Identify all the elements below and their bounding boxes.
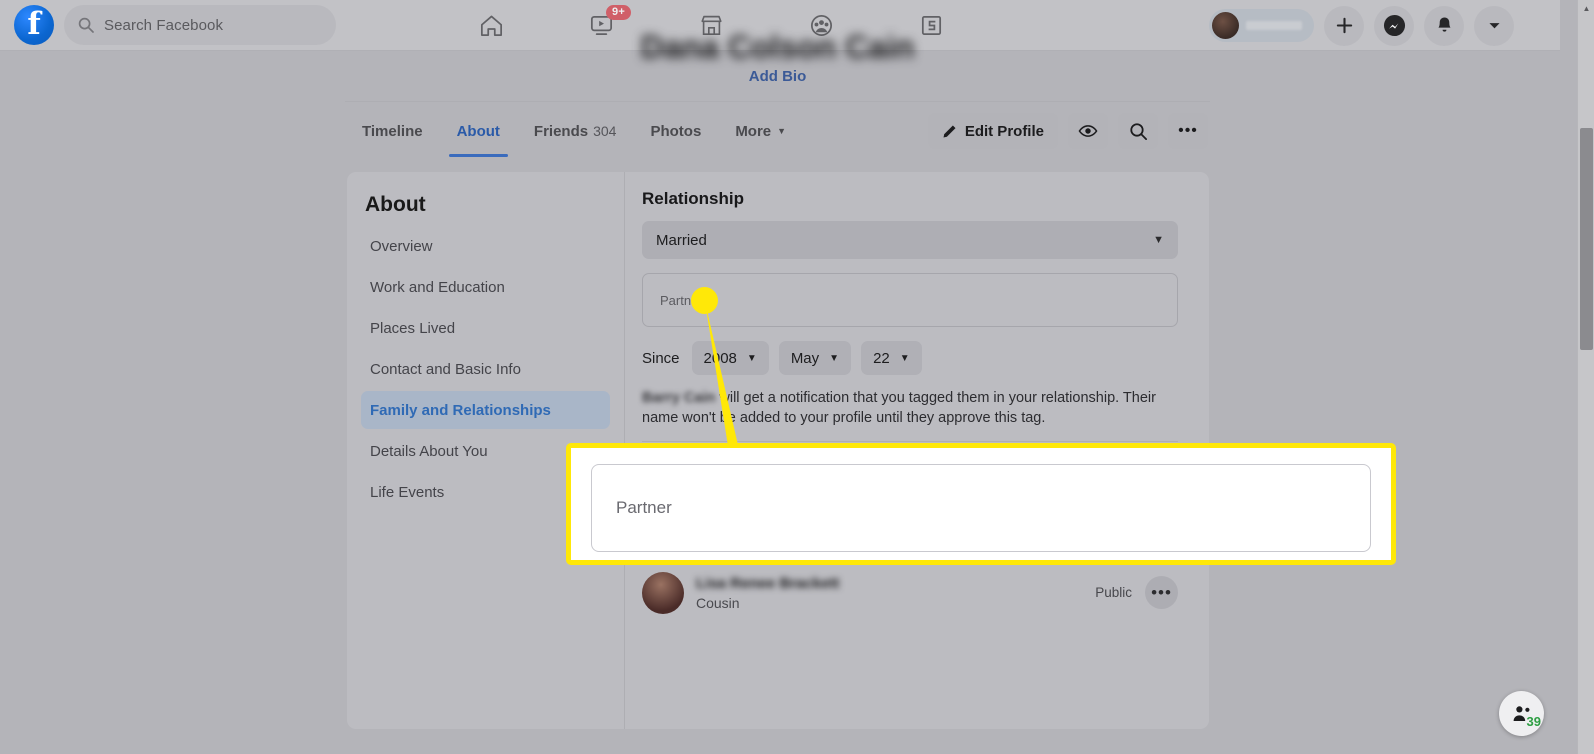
search-profile-button[interactable] [1118,113,1158,149]
profile-chip[interactable] [1209,9,1314,42]
divider [642,441,1178,442]
friends-count: 304 [593,123,617,139]
relationship-status-select[interactable]: Married ▼ [642,221,1178,259]
profile-chip-name [1246,21,1302,30]
family-member-relation: Cousin [696,594,740,611]
family-row-actions: Public ••• [1095,576,1178,609]
profile-tab-bar: Timeline About Friends 304 Photos More ▼ [345,105,1210,157]
family-member-info: Lisa Renee Brackett Cousin [696,575,839,611]
annotation-dot [691,287,718,314]
avatar [642,571,684,614]
chevron-down-icon: ▼ [1153,234,1164,246]
profile-header: Dana Colson Cain Add Bio [345,29,1210,104]
bell-icon [1437,17,1451,32]
edit-profile-button[interactable]: Edit Profile [927,113,1058,149]
facebook-about-page: Search Facebook 9+ [0,0,1594,754]
messenger-button[interactable] [1374,5,1414,46]
more-options-button[interactable]: ••• [1168,113,1208,149]
sidebar-item-family-and-relationships[interactable]: Family and Relationships [361,391,610,429]
tag-notification-note: Barry Cain will get a notification that … [642,388,1172,428]
sidebar-item-work-and-education[interactable]: Work and Education [361,268,610,306]
pencil-icon [943,125,956,137]
sidebar-item-label: Details About You [370,442,488,460]
contacts-button[interactable]: 39 [1499,691,1544,736]
create-button[interactable] [1324,5,1364,46]
online-count-badge: 39 [1526,714,1541,729]
plus-icon [1336,17,1352,34]
year-select[interactable]: 2008 ▼ [691,341,769,375]
sidebar-item-overview[interactable]: Overview [361,227,610,265]
edit-profile-label: Edit Profile [964,122,1044,140]
chevron-down-icon: ▼ [829,352,840,364]
since-label: Since [642,349,680,367]
tab-timeline[interactable]: Timeline [345,105,440,157]
search-input[interactable]: Search Facebook [64,5,336,45]
ellipsis-icon: ••• [1151,582,1172,602]
callout-partner-input[interactable]: Partner [591,464,1371,552]
sidebar-item-label: Overview [370,237,433,255]
month-select[interactable]: May ▼ [778,341,852,375]
scroll-up-arrow-icon[interactable]: ▲ [1578,0,1594,17]
tagged-person-name: Barry Cain [642,390,716,406]
callout-partner-placeholder: Partner [616,498,672,517]
facebook-logo-icon[interactable] [14,5,54,45]
sidebar-item-label: Work and Education [370,278,505,296]
tab-label: Timeline [362,122,423,140]
sidebar-item-contact-and-basic-info[interactable]: Contact and Basic Info [361,350,610,388]
notifications-button[interactable] [1424,5,1464,46]
since-date-row: Since 2008 ▼ May ▼ 22 ▼ [642,341,1178,375]
table-row[interactable]: Lisa Renee Brackett Cousin Public ••• [642,565,1178,620]
profile-tabs: Timeline About Friends 304 Photos More ▼ [345,105,803,157]
profile-action-buttons: Edit Profile ••• [927,113,1210,149]
page-title: Dana Colson Cain [640,29,915,65]
family-member-name: Lisa Renee Brackett [696,574,840,592]
year-value: 2008 [703,349,737,367]
sidebar-item-label: Places Lived [370,319,456,337]
privacy-label: Public [1095,585,1132,600]
partner-input[interactable]: Partner [642,273,1178,327]
search-icon [78,17,94,33]
section-title-relationship: Relationship [642,189,745,208]
tab-label: Friends [533,122,589,140]
tag-note-text: will get a notification that you tagged … [642,390,1156,426]
scrollbar-thumb[interactable] [1580,128,1593,350]
about-heading: About [365,193,426,216]
day-select[interactable]: 22 ▼ [861,341,922,375]
ellipsis-icon: ••• [1178,122,1198,139]
chevron-down-icon [1488,23,1500,29]
top-right-actions [1209,0,1514,51]
tab-label: Photos [650,122,702,140]
chevron-down-icon: ▼ [777,126,787,136]
eye-icon [1078,125,1098,137]
chevron-down-icon: ▼ [899,352,910,364]
chevron-down-icon: ▼ [746,352,757,364]
row-menu-button[interactable]: ••• [1145,576,1178,609]
avatar [1212,12,1239,39]
day-value: 22 [873,349,890,367]
account-menu-button[interactable] [1474,5,1514,46]
tab-more[interactable]: More ▼ [718,105,803,157]
sidebar-item-label: Contact and Basic Info [370,360,521,378]
relationship-status-value: Married [656,231,707,249]
sidebar-item-label: Life Events [370,483,445,501]
add-bio-link[interactable]: Add Bio [345,68,1210,85]
search-icon [1129,122,1147,140]
search-placeholder-text: Search Facebook [104,16,224,34]
page-scrollbar[interactable]: ▲ [1577,0,1594,754]
tab-label: More [735,122,772,140]
sidebar-item-places-lived[interactable]: Places Lived [361,309,610,347]
tab-about[interactable]: About [440,105,517,157]
sidebar-item-label: Family and Relationships [370,401,551,419]
tab-photos[interactable]: Photos [633,105,718,157]
divider [345,101,1210,102]
zoom-callout: Partner [566,443,1396,565]
month-value: May [790,349,820,367]
tab-friends[interactable]: Friends 304 [517,105,634,157]
messenger-icon [1383,14,1405,37]
tab-label: About [456,122,500,140]
view-as-button[interactable] [1068,113,1108,149]
watch-badge: 9+ [606,4,631,21]
